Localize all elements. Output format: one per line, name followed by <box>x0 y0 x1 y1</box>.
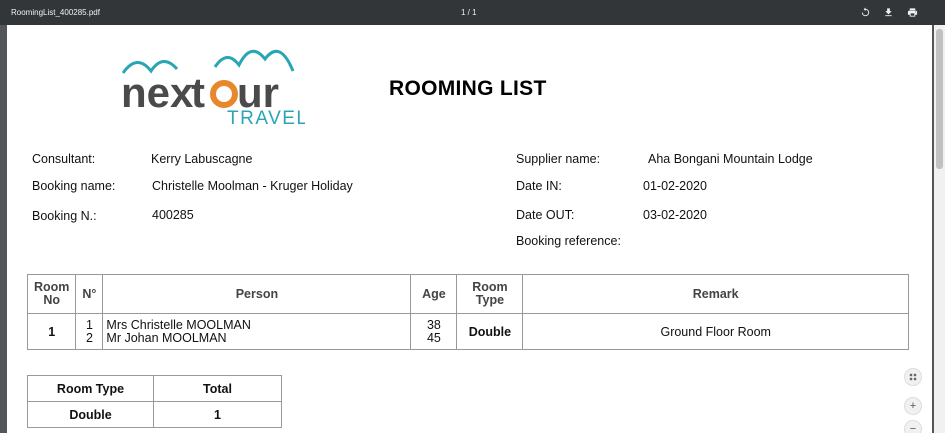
person-1: Mrs Christelle MOOLMAN <box>106 317 251 332</box>
number-2: 2 <box>85 330 93 345</box>
number-1: 1 <box>85 317 93 332</box>
header-remark: Remark <box>522 274 909 314</box>
consultant-label: Consultant: <box>32 152 96 166</box>
person-cell: Mrs Christelle MOOLMAN Mr Johan MOOLMAN <box>102 313 412 350</box>
pdf-page: nex t ur TRAVEL ROOMING LIST Consultant:… <box>7 25 932 433</box>
summary-table: Room Type Total Double 1 <box>27 375 282 428</box>
date-out-value: 03-02-2020 <box>643 208 707 222</box>
pdf-toolbar: RoomingList_400285.pdf 1 / 1 <box>0 0 945 25</box>
scrollbar-thumb[interactable] <box>936 29 943 169</box>
summary-total-cell: 1 <box>153 401 282 428</box>
nextour-travel-logo: nex t ur TRAVEL <box>121 49 305 125</box>
document-title: ROOMING LIST <box>389 77 547 100</box>
summary-header-total: Total <box>153 375 282 402</box>
summary-table-header: Room Type Total <box>27 375 282 402</box>
svg-text:nex: nex <box>121 69 194 116</box>
booking-name-value: Christelle Moolman - Kruger Holiday <box>152 179 353 193</box>
age-2: 45 <box>426 330 441 345</box>
svg-text:t: t <box>191 69 205 116</box>
download-icon[interactable] <box>881 5 896 20</box>
rotate-icon[interactable] <box>858 5 873 20</box>
rooming-table: Room No N° Person Age Room Type Remark 1… <box>26 274 909 350</box>
person-2: Mr Johan MOOLMAN <box>106 330 227 345</box>
date-out-label: Date OUT: <box>516 208 575 222</box>
room-no-cell: 1 <box>26 313 77 350</box>
print-icon[interactable] <box>905 5 920 20</box>
booking-reference-label: Booking reference: <box>516 234 621 248</box>
table-row: 1 1 2 Mrs Christelle MOOLMAN Mr Johan MO… <box>26 313 909 350</box>
svg-text:TRAVEL: TRAVEL <box>227 108 305 125</box>
file-name: RoomingList_400285.pdf <box>11 8 100 17</box>
summary-header-room-type: Room Type <box>27 375 154 402</box>
date-in-value: 01-02-2020 <box>643 179 707 193</box>
remark-cell: Ground Floor Room <box>522 313 909 350</box>
booking-number-value: 400285 <box>152 208 194 222</box>
booking-number-label: Booking N.: <box>32 209 97 223</box>
rooming-table-header: Room No N° Person Age Room Type Remark <box>26 274 909 314</box>
header-number: N° <box>75 274 104 314</box>
booking-name-label: Booking name: <box>32 179 116 193</box>
page-indicator: 1 / 1 <box>461 8 477 17</box>
zoom-out-button[interactable]: − <box>904 420 922 433</box>
date-in-label: Date IN: <box>516 179 562 193</box>
room-type-cell: Double <box>456 313 524 350</box>
zoom-in-button[interactable]: + <box>904 397 922 415</box>
age-1: 38 <box>426 317 441 332</box>
vertical-scrollbar[interactable] <box>934 25 945 433</box>
header-room-type: Room Type <box>456 274 524 314</box>
supplier-name-value: Aha Bongani Mountain Lodge <box>648 152 813 166</box>
header-person: Person <box>102 274 412 314</box>
table-row: Double 1 <box>27 401 282 428</box>
consultant-value: Kerry Labuscagne <box>151 152 253 166</box>
header-room-no: Room No <box>26 274 77 314</box>
fit-page-icon[interactable] <box>904 368 922 386</box>
summary-room-type-cell: Double <box>27 401 154 428</box>
header-age: Age <box>410 274 458 314</box>
age-cell: 38 45 <box>410 313 458 350</box>
number-cell: 1 2 <box>75 313 104 350</box>
supplier-name-label: Supplier name: <box>516 152 601 166</box>
